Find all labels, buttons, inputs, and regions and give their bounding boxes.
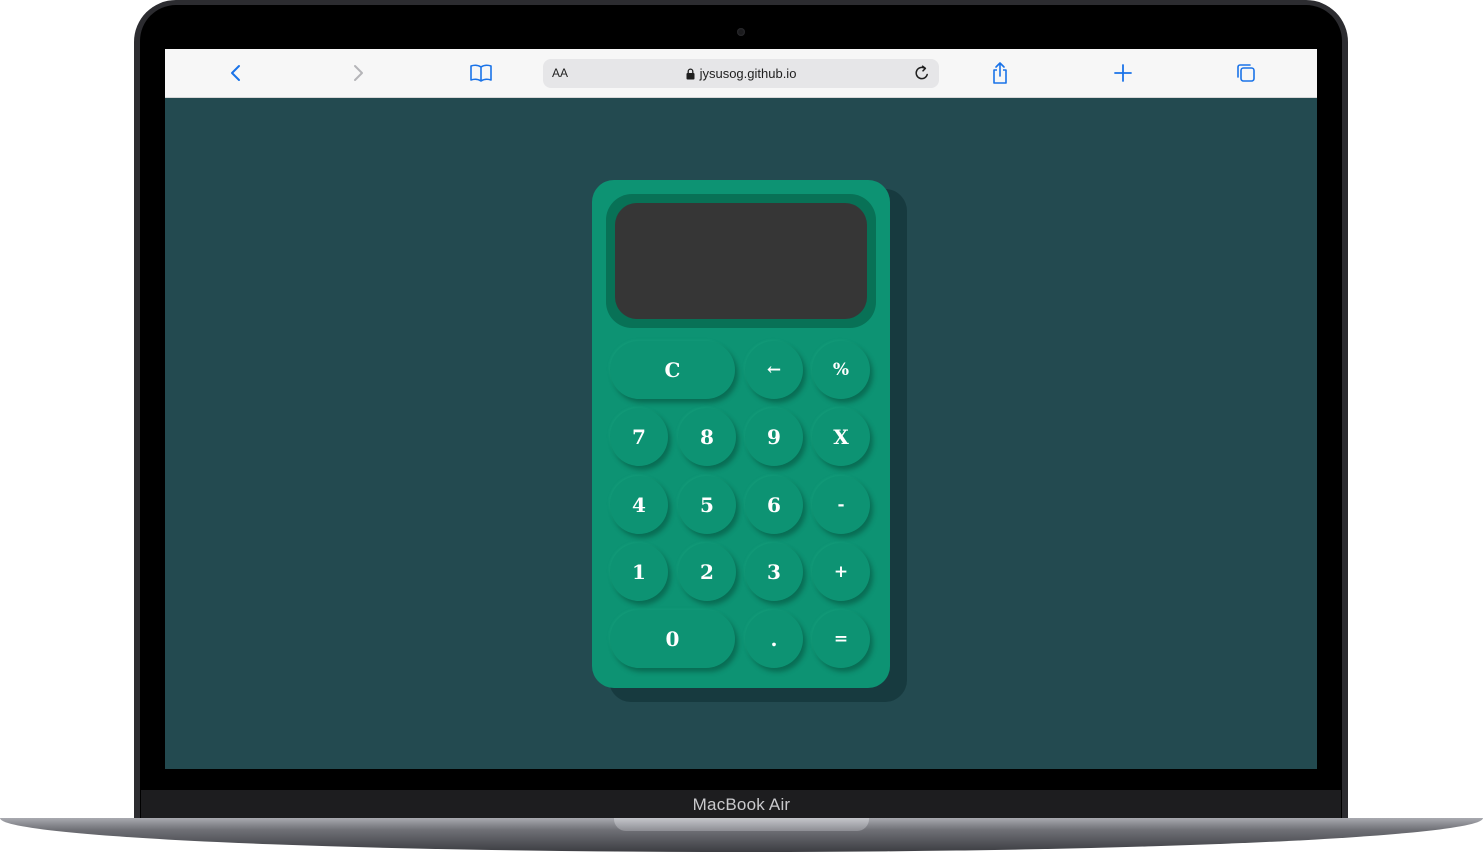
key-6[interactable]: 6	[745, 476, 803, 534]
key-9[interactable]: 9	[745, 408, 803, 466]
camera-icon	[737, 28, 745, 36]
tabs-overview-button[interactable]	[1234, 61, 1258, 85]
key-5[interactable]: 5	[678, 476, 736, 534]
plus-icon	[1114, 64, 1132, 82]
display-frame	[606, 194, 876, 328]
laptop-mockup: AA jysusog.github.io C ← % 7 8 9 X 4 5 6…	[0, 0, 1483, 852]
back-button[interactable]	[224, 61, 248, 85]
percent-key[interactable]: %	[812, 341, 870, 399]
model-label: MacBook Air	[692, 795, 791, 814]
lid-opening-notch	[614, 818, 869, 831]
reload-button[interactable]	[911, 62, 933, 84]
key-3[interactable]: 3	[745, 543, 803, 601]
calculator: C ← % 7 8 9 X 4 5 6 - 1 2 3 + 0 . =	[592, 180, 890, 688]
tabs-icon	[1237, 64, 1255, 82]
bookmarks-button[interactable]	[469, 61, 493, 85]
key-8[interactable]: 8	[678, 408, 736, 466]
url-text: jysusog.github.io	[699, 66, 797, 81]
backspace-key[interactable]: ←	[745, 341, 803, 399]
chevron-left-icon	[231, 65, 240, 81]
equals-key[interactable]: =	[812, 610, 870, 668]
key-4[interactable]: 4	[610, 476, 668, 534]
browser-screen: AA jysusog.github.io C ← % 7 8 9 X 4 5 6…	[165, 49, 1317, 769]
share-button[interactable]	[988, 61, 1012, 85]
reload-icon	[915, 65, 928, 80]
plus-key[interactable]: +	[812, 543, 870, 601]
browser-toolbar: AA jysusog.github.io	[165, 49, 1317, 98]
calculator-display	[615, 203, 867, 319]
clear-key[interactable]: C	[610, 341, 735, 399]
address-bar[interactable]: AA jysusog.github.io	[543, 59, 939, 88]
url-display: jysusog.github.io	[543, 59, 939, 88]
key-2[interactable]: 2	[678, 543, 736, 601]
new-tab-button[interactable]	[1111, 61, 1135, 85]
lock-icon	[686, 67, 695, 79]
multiply-key[interactable]: X	[812, 408, 870, 466]
share-icon	[993, 62, 1007, 84]
minus-key[interactable]: -	[812, 476, 870, 534]
forward-button[interactable]	[346, 61, 370, 85]
book-icon	[470, 64, 492, 82]
key-7[interactable]: 7	[610, 408, 668, 466]
chevron-right-icon	[354, 65, 363, 81]
key-1[interactable]: 1	[610, 543, 668, 601]
decimal-key[interactable]: .	[745, 610, 803, 668]
key-0[interactable]: 0	[610, 610, 735, 668]
